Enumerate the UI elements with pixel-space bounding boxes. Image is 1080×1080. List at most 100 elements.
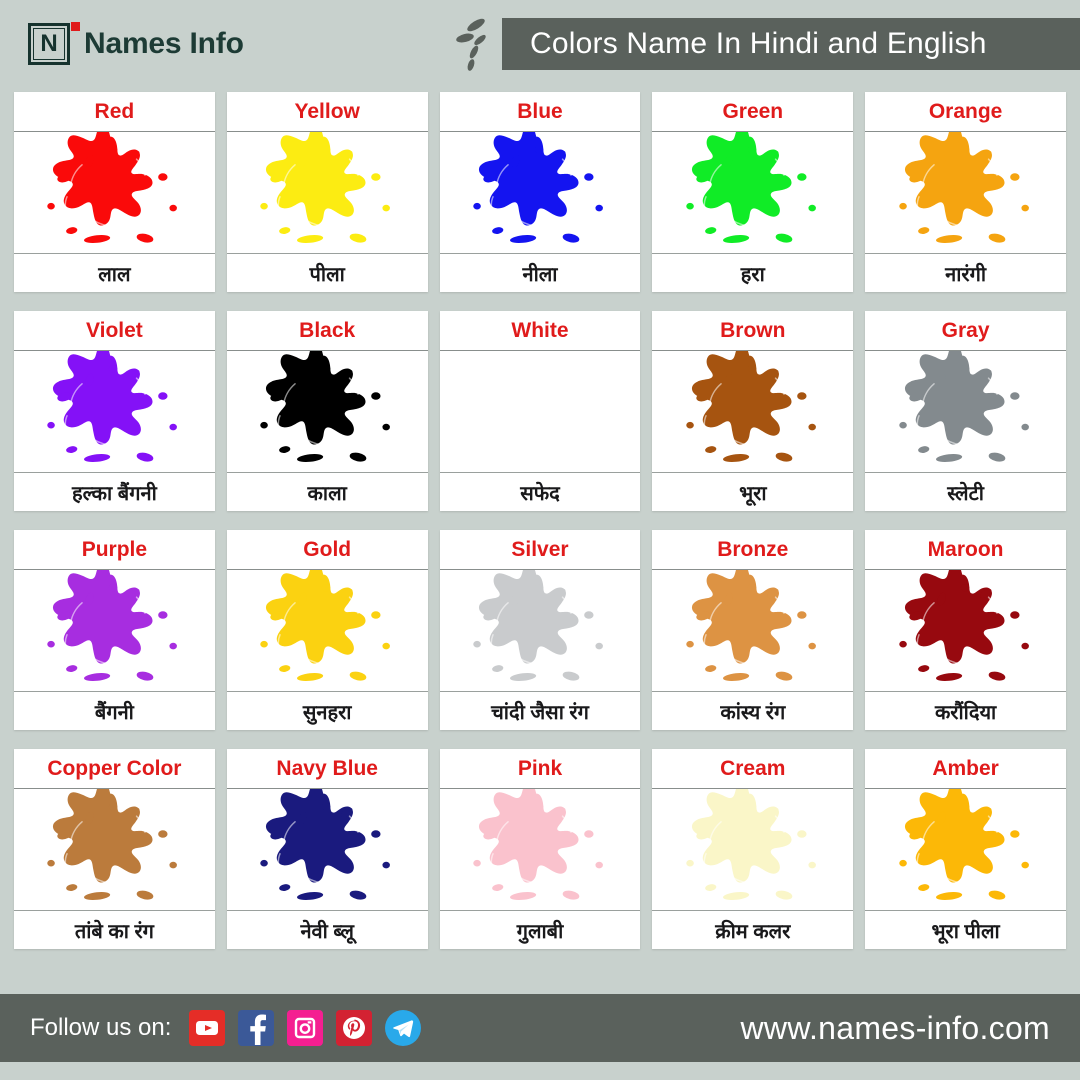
page-header: N Names Info Colors Name In Hindi and En… — [0, 0, 1080, 88]
paint-splat-icon — [473, 132, 603, 243]
color-card-swatch — [865, 789, 1066, 911]
color-card-swatch — [439, 351, 641, 473]
color-card-english-name: Copper Color — [14, 749, 215, 789]
paint-splat-icon — [473, 789, 603, 900]
color-card: Violet हल्का बैंगनी — [14, 311, 215, 511]
color-card-swatch — [14, 570, 215, 692]
color-card-grid: Red लाल Yellow पीला Blue नीला Green हरा Orange ना… — [0, 88, 1080, 949]
follow-us-label: Follow us on: — [30, 1014, 172, 1041]
color-card-english-name: Maroon — [865, 530, 1066, 570]
color-card-hindi-name: सफेद — [520, 482, 560, 505]
paint-splat-icon — [686, 789, 816, 900]
paint-splat-icon — [686, 570, 816, 681]
paint-splat-icon — [47, 351, 178, 462]
color-card-swatch — [652, 570, 854, 692]
color-card-hindi-name: नेवी ब्लू — [300, 920, 354, 943]
color-card: Pink गुलाबी — [439, 749, 641, 949]
brand-name: Names Info — [84, 27, 244, 60]
paint-splat-icon — [686, 132, 816, 243]
color-card-swatch — [226, 789, 428, 911]
color-card-swatch — [865, 570, 1066, 692]
color-card: Black काला — [226, 311, 428, 511]
color-card: Gray स्लेटी — [865, 311, 1066, 511]
color-card-english-name: Amber — [865, 749, 1066, 789]
color-card-swatch — [226, 570, 428, 692]
paint-splat-icon — [898, 132, 1029, 243]
color-card-english-name: Gray — [865, 311, 1066, 351]
color-card-hindi-name: नारंगी — [945, 263, 987, 286]
paint-splat-icon — [47, 570, 178, 681]
color-card-swatch — [226, 351, 428, 473]
color-card: Red लाल — [14, 92, 215, 292]
color-card: Amber भूरा पीला — [865, 749, 1066, 949]
names-info-logo-icon: N — [28, 22, 80, 65]
color-card-english-name: Navy Blue — [226, 749, 428, 789]
color-card-english-name: White — [439, 311, 641, 351]
website-url[interactable]: www.names-info.com — [741, 1010, 1051, 1047]
color-card-swatch — [14, 351, 215, 473]
paint-splat-icon — [260, 789, 391, 900]
color-card: Green हरा — [652, 92, 854, 292]
page-footer: Follow us on: www.names-info.com — [0, 994, 1080, 1062]
color-card-hindi-name: बैंगनी — [94, 701, 134, 724]
social-links — [189, 1010, 422, 1046]
youtube-icon[interactable] — [189, 1010, 226, 1046]
color-card: Yellow पीला — [226, 92, 428, 292]
color-card-hindi-name: कांस्य रंग — [720, 701, 786, 724]
color-card: Copper Color तांबे का रंग — [14, 749, 215, 949]
paint-splat-icon — [898, 789, 1029, 900]
header-title-banner: Colors Name In Hindi and English — [502, 18, 1080, 70]
color-card-swatch — [14, 789, 215, 911]
logo-letter: N — [33, 28, 65, 60]
brand-logo[interactable]: N Names Info — [28, 22, 244, 65]
color-card-english-name: Violet — [14, 311, 215, 351]
paint-splat-icon — [47, 789, 178, 900]
color-card-swatch — [865, 351, 1066, 473]
color-card-swatch — [652, 132, 854, 254]
facebook-icon[interactable] — [238, 1010, 275, 1046]
paint-splat-icon — [47, 132, 178, 243]
color-card-english-name: Red — [14, 92, 215, 132]
color-card-hindi-name: लाल — [98, 263, 131, 286]
color-card-hindi-name: करौंदिया — [934, 701, 997, 724]
instagram-icon[interactable] — [287, 1010, 324, 1046]
color-card: Blue नीला — [439, 92, 641, 292]
paint-splat-icon — [686, 351, 816, 462]
color-card-english-name: Brown — [652, 311, 854, 351]
color-card-swatch — [652, 351, 854, 473]
color-card-hindi-name: चांदी जैसा रंग — [491, 701, 589, 724]
color-card-hindi-name: हल्का बैंगनी — [72, 482, 157, 505]
color-card-english-name: Bronze — [652, 530, 854, 570]
color-card-hindi-name: भूरा पीला — [931, 920, 1000, 943]
color-card-swatch — [439, 570, 641, 692]
color-card: Brown भूरा — [652, 311, 854, 511]
color-card-english-name: Black — [226, 311, 428, 351]
color-card-hindi-name: क्रीम कलर — [715, 920, 791, 943]
paint-splat-icon — [260, 132, 391, 243]
color-card-hindi-name: नीला — [522, 263, 558, 286]
color-card-english-name: Yellow — [226, 92, 428, 132]
swoosh-decoration-icon — [456, 18, 486, 71]
paint-splat-icon — [260, 570, 391, 681]
paint-splat-icon — [473, 570, 603, 681]
color-card-english-name: Orange — [865, 92, 1066, 132]
color-card-english-name: Purple — [14, 530, 215, 570]
color-card-hindi-name: भूरा — [739, 482, 767, 505]
color-card-english-name: Blue — [439, 92, 641, 132]
color-card-english-name: Gold — [226, 530, 428, 570]
paint-splat-icon — [898, 570, 1029, 681]
color-card: Bronze कांस्य रंग — [652, 530, 854, 730]
color-card-swatch — [652, 789, 854, 911]
paint-splat-icon — [473, 351, 603, 462]
pinterest-icon[interactable] — [336, 1010, 373, 1046]
telegram-icon[interactable] — [385, 1010, 422, 1046]
page-title: Colors Name In Hindi and English — [530, 27, 987, 60]
color-card-swatch — [865, 132, 1066, 254]
color-card-swatch — [14, 132, 215, 254]
color-card-swatch — [439, 789, 641, 911]
color-card-hindi-name: गुलाबी — [516, 920, 564, 943]
color-card: Silver चांदी जैसा रंग — [439, 530, 641, 730]
color-card: Gold सुनहरा — [226, 530, 428, 730]
color-card-hindi-name: स्लेटी — [947, 482, 984, 505]
color-card-hindi-name: पीला — [309, 263, 345, 286]
